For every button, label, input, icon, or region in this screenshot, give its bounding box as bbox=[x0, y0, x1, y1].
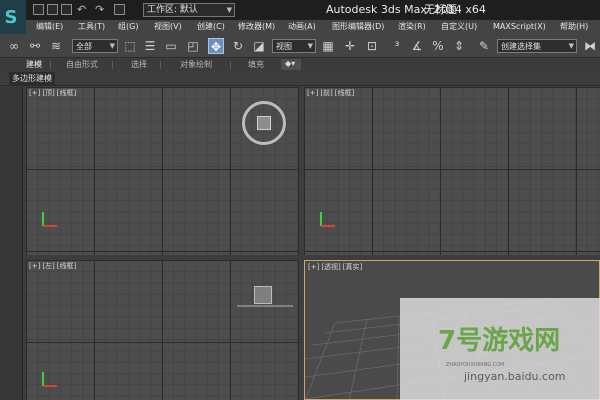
tab-freeform[interactable]: 自由形式 bbox=[66, 60, 98, 70]
select-object-icon[interactable]: ⬚ bbox=[122, 38, 138, 54]
watermark-small-text: ZHAOYOUXIWANG.COM bbox=[446, 362, 505, 368]
viewport-label[interactable]: [+] [左] [线框] bbox=[29, 262, 78, 271]
polygon-modeling-panel[interactable]: 多边形建模 bbox=[9, 72, 55, 85]
edit-named-selection-icon[interactable]: ✎ bbox=[476, 38, 492, 54]
menu-animation[interactable]: 动画(A) bbox=[288, 21, 316, 33]
viewport-shading[interactable]: [线框] bbox=[57, 262, 76, 270]
menu-views[interactable]: 视图(V) bbox=[154, 21, 182, 33]
file-name: 无标题 bbox=[424, 3, 457, 16]
save-file-icon[interactable] bbox=[61, 4, 72, 15]
select-and-rotate-icon[interactable]: ↻ bbox=[230, 38, 246, 54]
divider bbox=[50, 61, 51, 69]
project-folder-icon[interactable] bbox=[114, 4, 125, 15]
ribbon-tabs: 建模 自由形式 选择 对象绘制 填充 ◆▾ bbox=[0, 59, 600, 71]
left-side-strip bbox=[0, 87, 23, 400]
named-selection-set-dropdown[interactable]: 创建选择集 ▼ bbox=[497, 39, 577, 53]
watermark-brand: 7号游戏网 bbox=[438, 326, 561, 356]
ribbon-panel: 多边形建模 bbox=[0, 71, 600, 86]
unlink-icon[interactable]: ⚯ bbox=[27, 38, 43, 54]
workspace-label: 工作区: 默认 bbox=[147, 5, 198, 15]
undo-icon[interactable]: ↶ bbox=[77, 4, 88, 15]
menu-modifiers[interactable]: 修改器(M) bbox=[238, 21, 275, 33]
mirror-icon[interactable]: ⧓ bbox=[582, 38, 598, 54]
viewport-shading[interactable]: [线框] bbox=[57, 89, 76, 97]
percent-snap-icon[interactable]: % bbox=[430, 38, 446, 54]
redo-icon[interactable]: ↷ bbox=[95, 4, 106, 15]
menu-customize[interactable]: 自定义(U) bbox=[441, 21, 477, 33]
tab-modeling[interactable]: 建模 bbox=[26, 60, 42, 70]
chevron-down-icon: ▼ bbox=[568, 42, 574, 50]
viewport-point-of-view[interactable]: [左] bbox=[42, 262, 54, 270]
app-logo-icon: S bbox=[4, 7, 18, 28]
menu-maxscript[interactable]: MAXScript(X) bbox=[493, 21, 546, 33]
select-and-scale-icon[interactable]: ◪ bbox=[251, 38, 267, 54]
select-and-move-icon[interactable]: ✥ bbox=[208, 38, 224, 54]
menu-help[interactable]: 帮助(H) bbox=[560, 21, 588, 33]
menu-tools[interactable]: 工具(T) bbox=[78, 21, 105, 33]
reference-coordinate-dropdown[interactable]: 视图 ▼ bbox=[272, 39, 316, 53]
viewport-menu[interactable]: [+] bbox=[29, 262, 40, 270]
ribbon-options-button[interactable]: ◆▾ bbox=[281, 59, 301, 70]
window-crossing-icon[interactable]: ◰ bbox=[185, 38, 201, 54]
divider bbox=[230, 61, 231, 69]
viewport-label[interactable]: [+] [顶] [线框] bbox=[29, 89, 78, 98]
menu-create[interactable]: 创建(C) bbox=[197, 21, 225, 33]
world-axis-icon bbox=[40, 372, 58, 390]
viewport-left[interactable]: [+] [左] [线框] bbox=[26, 260, 299, 400]
viewport-point-of-view[interactable]: [顶] bbox=[42, 89, 54, 97]
named-selection-set-placeholder: 创建选择集 bbox=[501, 42, 541, 51]
keyboard-shortcut-override-icon[interactable]: ⊡ bbox=[364, 38, 380, 54]
reference-coordinate-value: 视图 bbox=[276, 42, 292, 51]
chevron-down-icon: ◆▾ bbox=[285, 59, 296, 68]
workspace-dropdown[interactable]: 工作区: 默认 ▼ bbox=[143, 3, 235, 17]
viewport-top[interactable]: [+] [顶] [线框] bbox=[26, 87, 299, 255]
selection-filter-dropdown[interactable]: 全部 ▼ bbox=[72, 39, 118, 53]
menu-rendering[interactable]: 渲染(R) bbox=[398, 21, 426, 33]
bind-space-warp-icon[interactable]: ≋ bbox=[48, 38, 64, 54]
viewcube-icon[interactable] bbox=[242, 101, 286, 145]
divider bbox=[112, 61, 113, 69]
snaps-toggle-icon[interactable]: ³ bbox=[389, 38, 405, 54]
angle-snap-icon[interactable]: ∡ bbox=[409, 38, 425, 54]
pivot-center-icon[interactable]: ▦ bbox=[320, 38, 336, 54]
title-bar: ↶ ↷ 工作区: 默认 ▼ Autodesk 3ds Max 2014 x64 … bbox=[0, 0, 600, 20]
link-icon[interactable]: ∞ bbox=[6, 38, 22, 54]
main-toolbar: ∞ ⚯ ≋ 全部 ▼ ⬚ ☰ ▭ ◰ ✥ ↻ ◪ 视图 ▼ ▦ ✛ ⊡ ³ ∡ … bbox=[0, 34, 600, 58]
menu-bar: 编辑(E) 工具(T) 组(G) 视图(V) 创建(C) 修改器(M) 动画(A… bbox=[26, 20, 600, 34]
tab-selection[interactable]: 选择 bbox=[131, 60, 147, 70]
new-file-icon[interactable] bbox=[33, 4, 44, 15]
viewport-front[interactable]: [+] [前] [线框] bbox=[304, 87, 600, 255]
viewcube-icon[interactable] bbox=[237, 286, 293, 307]
menu-graph-editors[interactable]: 图形编辑器(D) bbox=[332, 21, 384, 33]
watermark-url: jingyan.baidu.com bbox=[464, 370, 566, 383]
viewport-menu[interactable]: [+] bbox=[307, 89, 318, 97]
select-by-name-icon[interactable]: ☰ bbox=[142, 38, 158, 54]
chevron-down-icon: ▼ bbox=[226, 6, 232, 14]
menu-edit[interactable]: 编辑(E) bbox=[36, 21, 63, 33]
tab-populate[interactable]: 填充 bbox=[248, 60, 264, 70]
viewport-shading[interactable]: [线框] bbox=[335, 89, 354, 97]
open-file-icon[interactable] bbox=[47, 4, 58, 15]
selection-filter-value: 全部 bbox=[76, 42, 92, 51]
app-title: Autodesk 3ds Max 2014 x64 bbox=[326, 3, 486, 16]
rectangle-selection-icon[interactable]: ▭ bbox=[163, 38, 179, 54]
world-axis-icon bbox=[318, 212, 336, 230]
viewport-menu[interactable]: [+] bbox=[29, 89, 40, 97]
divider bbox=[160, 61, 161, 69]
tab-object-paint[interactable]: 对象绘制 bbox=[180, 60, 212, 70]
spinner-snap-icon[interactable]: ⇕ bbox=[451, 38, 467, 54]
select-manipulate-icon[interactable]: ✛ bbox=[342, 38, 358, 54]
menu-group[interactable]: 组(G) bbox=[118, 21, 138, 33]
viewport-point-of-view[interactable]: [前] bbox=[320, 89, 332, 97]
world-axis-icon bbox=[40, 212, 58, 230]
viewport-label[interactable]: [+] [前] [线框] bbox=[307, 89, 356, 98]
chevron-down-icon: ▼ bbox=[109, 42, 115, 50]
app-menu-button[interactable]: S bbox=[0, 0, 26, 38]
chevron-down-icon: ▼ bbox=[307, 42, 313, 50]
